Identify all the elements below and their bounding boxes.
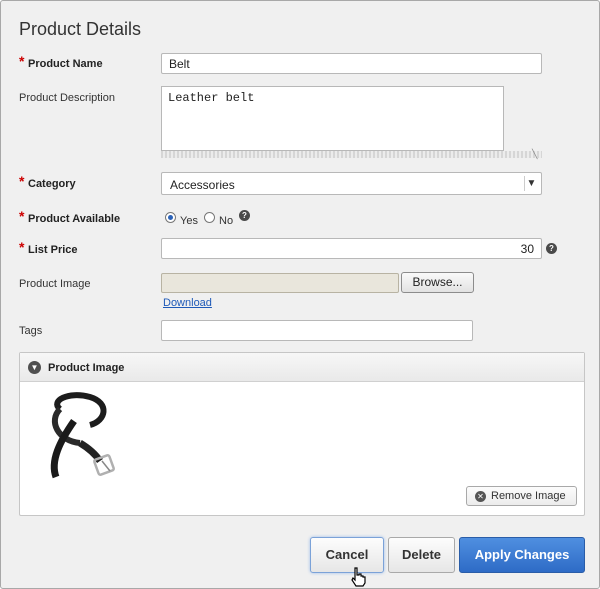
- remove-image-button[interactable]: ✕ Remove Image: [466, 486, 577, 506]
- region-header[interactable]: ▼ Product Image: [20, 353, 584, 382]
- hand-pointer-icon: [351, 567, 366, 587]
- file-path-field[interactable]: [161, 273, 399, 293]
- textarea-resize-strip[interactable]: [161, 151, 542, 158]
- required-marker: *: [19, 53, 25, 69]
- product-name-input[interactable]: Belt: [161, 53, 542, 74]
- product-details-form: Product Details * Product Name Belt Prod…: [0, 0, 600, 589]
- dropdown-arrow-icon: ▼: [524, 176, 538, 191]
- category-selected-value: Accessories: [170, 178, 235, 192]
- apply-changes-button[interactable]: Apply Changes: [459, 537, 585, 573]
- product-image-label: Product Image: [19, 278, 91, 290]
- chevron-down-icon[interactable]: ▼: [28, 361, 41, 374]
- belt-image: [50, 392, 115, 479]
- remove-image-label: Remove Image: [491, 490, 566, 502]
- download-link[interactable]: Download: [163, 297, 212, 309]
- product-name-label: Product Name: [28, 58, 103, 70]
- required-marker: *: [19, 173, 25, 189]
- required-marker: *: [19, 239, 25, 255]
- resize-grip-icon[interactable]: ╲: [532, 149, 537, 160]
- category-select[interactable]: Accessories ▼: [161, 172, 542, 195]
- help-icon[interactable]: ?: [239, 210, 250, 221]
- help-icon[interactable]: ?: [546, 243, 557, 254]
- product-description-textarea[interactable]: Leather belt: [161, 86, 504, 151]
- product-description-label: Product Description: [19, 92, 115, 104]
- delete-button[interactable]: Delete: [388, 537, 455, 573]
- list-price-input[interactable]: 30: [161, 238, 542, 259]
- available-no-radio[interactable]: [204, 212, 215, 223]
- available-no-label: No: [219, 215, 234, 227]
- tags-input[interactable]: [161, 320, 473, 341]
- required-marker: *: [19, 208, 25, 224]
- region-title: Product Image: [48, 362, 125, 374]
- product-available-label: Product Available: [28, 213, 121, 225]
- available-yes-radio[interactable]: [165, 212, 176, 223]
- category-label: Category: [28, 178, 76, 190]
- browse-button[interactable]: Browse...: [401, 272, 474, 293]
- tags-label: Tags: [19, 325, 43, 337]
- page-title: Product Details: [19, 19, 142, 39]
- cancel-button[interactable]: Cancel: [310, 537, 384, 573]
- available-yes-label: Yes: [180, 215, 198, 227]
- list-price-label: List Price: [28, 244, 78, 256]
- x-circle-icon: ✕: [475, 491, 486, 502]
- product-image-region: ▼ Product Image ✕ Remove Image: [19, 352, 585, 516]
